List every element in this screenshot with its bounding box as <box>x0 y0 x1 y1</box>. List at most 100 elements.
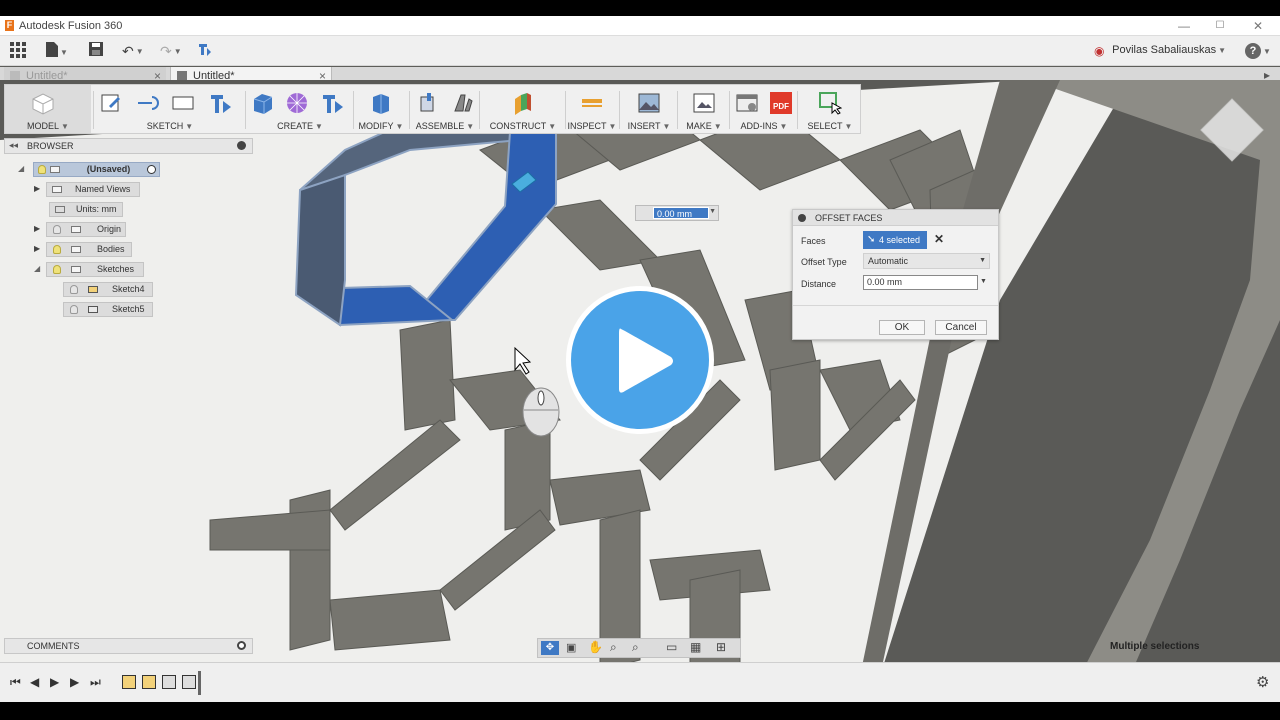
redo-icon[interactable]: ↷ ▼ <box>160 42 182 60</box>
create-more-icon <box>323 95 343 113</box>
construct-menu[interactable]: CONSTRUCT ▼ <box>483 85 563 133</box>
new-component-icon <box>420 93 434 112</box>
minimize-button[interactable]: — <box>1176 18 1192 34</box>
fit-icon[interactable]: ⌕ <box>632 640 639 655</box>
offset-type-select[interactable]: Automatic ▼ <box>863 253 990 269</box>
browser-item-origin[interactable]: Origin <box>46 222 126 237</box>
scripts-icon <box>736 94 758 112</box>
application-bar: ▼ ↶ ▼ ↷ ▼ ◉ Povilas Sabaliauskas ▼ ? ▼ <box>0 36 1280 66</box>
visibility-bulb-icon[interactable] <box>53 225 61 234</box>
timeline-sketch-feature-icon[interactable] <box>142 675 156 689</box>
visibility-bulb-icon[interactable] <box>70 305 78 314</box>
visibility-bulb-icon[interactable] <box>70 285 78 294</box>
look-at-icon[interactable]: ▣ <box>566 641 576 654</box>
display-settings-icon[interactable]: ▭ <box>666 640 677 654</box>
step-forward-icon[interactable]: ▶ <box>70 675 79 689</box>
modify-menu[interactable]: MODIFY ▼ <box>355 85 407 133</box>
faces-selection-button[interactable]: ➘ 4 selected <box>863 231 927 249</box>
timeline-marker[interactable] <box>198 671 201 695</box>
timeline-settings-gear-icon[interactable]: ⚙ <box>1256 673 1269 691</box>
play-triangle-icon <box>619 328 673 393</box>
heads-up-value[interactable]: 0.00 mm <box>653 207 709 219</box>
select-menu[interactable]: SELECT ▼ <box>801 85 859 133</box>
add-ins-menu[interactable]: PDF ADD-INS ▼ <box>733 85 795 133</box>
maximize-button[interactable]: ☐ <box>1212 18 1228 34</box>
clear-selection-icon[interactable]: ✕ <box>934 232 944 246</box>
make-menu[interactable]: MAKE ▼ <box>681 85 727 133</box>
browser-panel-header[interactable]: ◂◂ BROWSER <box>4 138 253 154</box>
pdf-addin-icon: PDF <box>770 92 792 114</box>
browser-item-bodies[interactable]: Bodies <box>46 242 132 257</box>
close-window-button[interactable]: ✕ <box>1250 18 1266 34</box>
user-account-menu[interactable]: Povilas Sabaliauskas ▼ <box>1112 44 1226 56</box>
dialog-collapse-icon[interactable] <box>798 214 806 222</box>
data-panel-grid-icon[interactable] <box>10 42 26 60</box>
timeline-extrude-feature-icon[interactable] <box>162 675 176 689</box>
timeline-sketch-feature-icon[interactable] <box>122 675 136 689</box>
timeline-feature-icon[interactable] <box>182 675 196 689</box>
ok-button[interactable]: OK <box>879 320 925 335</box>
comments-panel-header[interactable]: COMMENTS <box>4 638 253 654</box>
record-icon[interactable]: ◉ <box>1094 42 1104 60</box>
inspect-label: INSPECT ▼ <box>567 120 617 131</box>
go-to-start-icon[interactable]: ⏮ <box>10 675 21 690</box>
insert-menu[interactable]: INSERT ▼ <box>623 85 675 133</box>
visibility-bulb-icon[interactable] <box>38 165 46 174</box>
help-dropdown-icon[interactable]: ▼ <box>1263 43 1271 61</box>
measure-icon <box>582 99 602 107</box>
expand-named-views-icon[interactable]: ▶ <box>34 184 40 193</box>
save-icon[interactable] <box>89 42 103 60</box>
visibility-bulb-icon[interactable] <box>53 245 61 254</box>
cancel-button[interactable]: Cancel <box>935 320 987 335</box>
browser-item-sketch5[interactable]: Sketch5 <box>63 302 153 317</box>
faces-label: Faces <box>801 236 826 246</box>
browser-item-sketch4[interactable]: Sketch4 <box>63 282 153 297</box>
browser-item-sketches[interactable]: Sketches <box>46 262 144 277</box>
offset-faces-dialog: OFFSET FACES Faces ➘ 4 selected ✕ Offset… <box>792 209 999 340</box>
sketch-icon <box>88 306 98 313</box>
browser-item-named-views[interactable]: Named Views <box>46 182 140 197</box>
create-menu[interactable]: CREATE ▼ <box>249 85 351 133</box>
browser-item-units[interactable]: Units: mm <box>49 202 123 217</box>
video-play-button[interactable] <box>566 286 714 434</box>
line-icon <box>138 96 159 110</box>
collapse-browser-icon[interactable]: ◂◂ <box>9 140 18 151</box>
rectangle-icon <box>172 96 194 110</box>
undo-icon[interactable]: ↶ ▼ <box>122 42 144 60</box>
app-window: F Autodesk Fusion 360 — ☐ ✕ ▼ ↶ ▼ ↷ ▼ ◉ Po… <box>0 16 1280 702</box>
visibility-bulb-icon[interactable] <box>53 265 61 274</box>
offset-type-label: Offset Type <box>801 257 847 267</box>
model-workspace-button[interactable]: MODEL ▼ <box>5 85 91 133</box>
viewports-icon[interactable]: ⊞ <box>716 640 726 654</box>
step-back-icon[interactable]: ◀ <box>30 675 39 689</box>
distance-input[interactable]: 0.00 mm <box>863 275 978 290</box>
window-title: Autodesk Fusion 360 <box>19 20 123 32</box>
browser-title: BROWSER <box>27 141 74 151</box>
orbit-icon[interactable]: ✥ <box>541 641 559 655</box>
svg-text:PDF: PDF <box>773 102 789 111</box>
expand-origin-icon[interactable]: ▶ <box>34 224 40 233</box>
browser-pin-icon[interactable] <box>237 141 246 150</box>
heads-up-dropdown-icon[interactable]: ▼ <box>709 208 716 215</box>
sketch-menu[interactable]: SKETCH ▼ <box>97 85 243 133</box>
assemble-menu[interactable]: ASSEMBLE ▼ <box>413 85 477 133</box>
expand-root-icon[interactable]: ◢ <box>18 164 24 173</box>
activate-radio-icon[interactable] <box>147 165 156 174</box>
select-arrow-icon: ➘ <box>867 234 876 245</box>
file-menu-icon[interactable]: ▼ <box>46 42 68 60</box>
expand-bodies-icon[interactable]: ▶ <box>34 244 40 253</box>
go-to-end-icon[interactable]: ⏭ <box>90 675 101 690</box>
browser-root-node[interactable]: (Unsaved) <box>33 162 160 177</box>
help-icon[interactable]: ? <box>1245 43 1261 59</box>
expand-sketches-icon[interactable]: ◢ <box>34 264 40 273</box>
distance-dropdown-icon[interactable]: ▼ <box>980 278 987 285</box>
pan-icon[interactable]: ✋ <box>588 640 603 654</box>
play-timeline-icon[interactable]: ▶ <box>50 675 59 689</box>
folder-icon <box>52 186 62 193</box>
add-comment-icon[interactable] <box>237 641 246 650</box>
inspect-menu[interactable]: INSPECT ▼ <box>567 85 617 133</box>
heads-up-distance-input[interactable]: 0.00 mm ▼ <box>635 205 719 221</box>
zoom-icon[interactable]: ⌕ <box>610 640 617 655</box>
job-status-icon[interactable] <box>198 42 212 60</box>
grid-settings-icon[interactable]: ▦ <box>690 640 701 654</box>
